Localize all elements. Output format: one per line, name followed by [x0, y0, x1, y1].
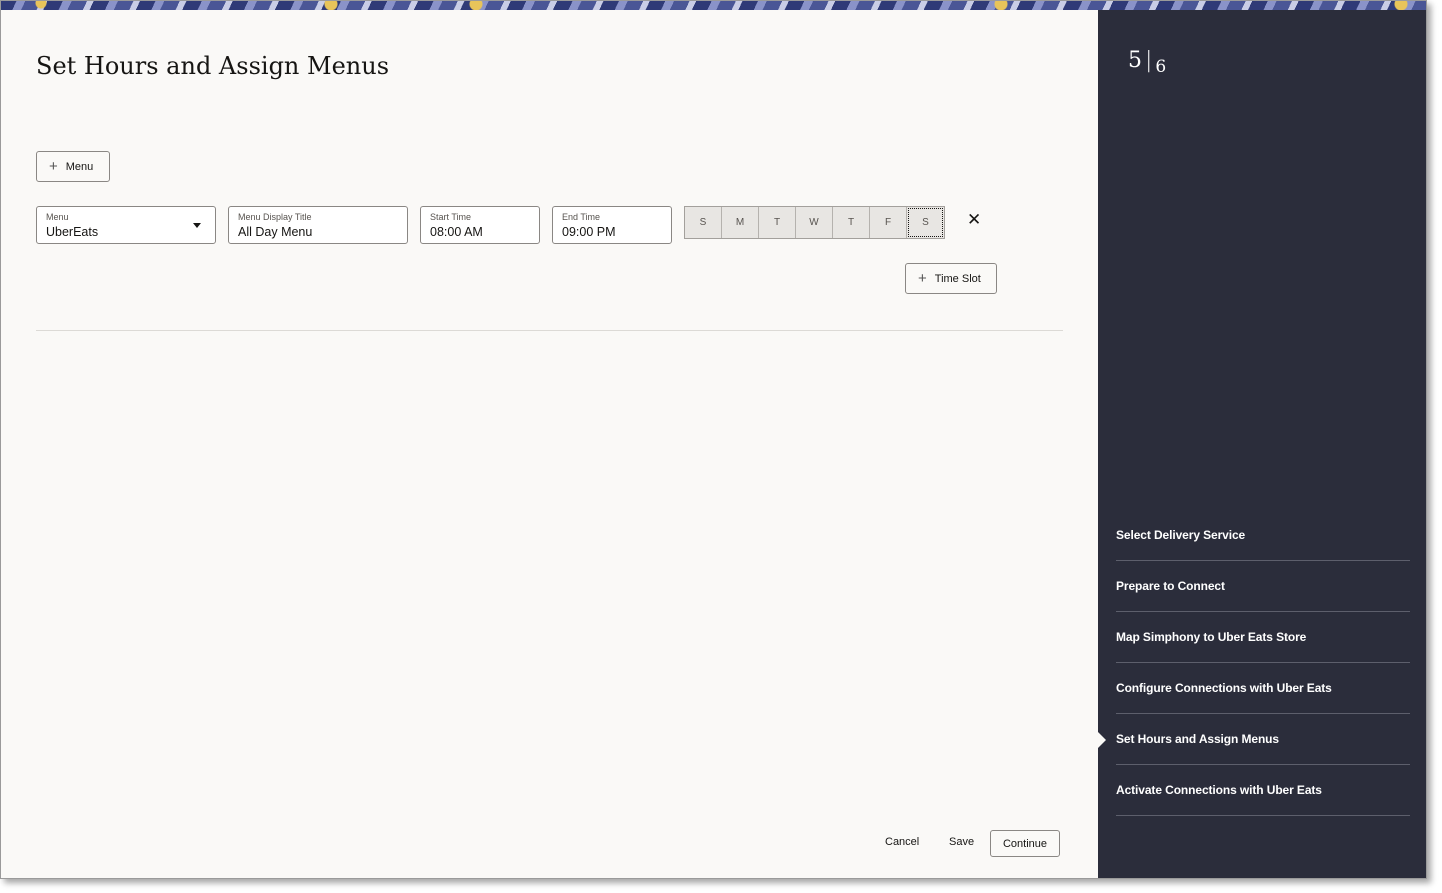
step-separator: |: [1145, 48, 1153, 73]
add-menu-button[interactable]: + Menu: [36, 151, 110, 182]
day-toggle-sunday[interactable]: S: [685, 207, 722, 238]
section-divider: [36, 330, 1063, 331]
add-menu-label: Menu: [65, 160, 94, 173]
menu-display-title-field[interactable]: Menu Display Title All Day Menu: [228, 206, 408, 244]
continue-label: Continue: [1002, 837, 1048, 850]
step-select-delivery-service[interactable]: Select Delivery Service: [1116, 510, 1410, 561]
start-time-field[interactable]: Start Time 08:00 AM: [420, 206, 540, 244]
end-time-label: End Time: [562, 212, 601, 222]
step-activate-connections[interactable]: Activate Connections with Uber Eats: [1116, 765, 1410, 816]
menu-display-title-label: Menu Display Title: [238, 212, 312, 222]
day-toggle-wednesday[interactable]: W: [796, 207, 833, 238]
step-prepare-to-connect[interactable]: Prepare to Connect: [1116, 561, 1410, 612]
end-time-value: 09:00 PM: [562, 225, 616, 239]
step-configure-connections[interactable]: Configure Connections with Uber Eats: [1116, 663, 1410, 714]
menu-select-value: UberEats: [46, 225, 99, 239]
start-time-value: 08:00 AM: [430, 225, 483, 239]
day-toggle-friday[interactable]: F: [870, 207, 907, 238]
step-total: 6: [1155, 57, 1167, 77]
menu-select-label: Menu: [46, 212, 69, 222]
day-toggle-thursday[interactable]: T: [833, 207, 870, 238]
menu-display-title-value: All Day Menu: [238, 225, 313, 239]
cancel-button[interactable]: Cancel: [885, 836, 919, 848]
day-selector: S M T W T F S: [684, 206, 945, 239]
add-time-slot-label: Time Slot: [934, 272, 981, 285]
day-toggle-tuesday[interactable]: T: [759, 207, 796, 238]
main-panel: Set Hours and Assign Menus + Menu Menu U…: [1, 10, 1098, 878]
step-set-hours-active[interactable]: Set Hours and Assign Menus: [1098, 714, 1410, 765]
page-title: Set Hours and Assign Menus: [36, 52, 390, 80]
step-list: Select Delivery Service Prepare to Conne…: [1098, 510, 1410, 816]
app-window: Set Hours and Assign Menus + Menu Menu U…: [0, 0, 1427, 879]
close-icon[interactable]: ✕: [967, 210, 981, 230]
start-time-label: Start Time: [430, 212, 472, 222]
step-current: 5: [1128, 48, 1142, 73]
day-toggle-saturday[interactable]: S: [907, 207, 944, 238]
day-toggle-monday[interactable]: M: [722, 207, 759, 238]
add-time-slot-button[interactable]: + Time Slot: [905, 263, 997, 294]
plus-icon: +: [49, 158, 58, 175]
end-time-field[interactable]: End Time 09:00 PM: [552, 206, 672, 244]
save-button[interactable]: Save: [949, 836, 974, 848]
plus-icon: +: [918, 270, 927, 287]
step-counter: 5 | 6: [1128, 48, 1166, 77]
continue-button[interactable]: Continue: [990, 830, 1060, 857]
menu-select[interactable]: Menu UberEats: [36, 206, 216, 244]
step-map-simphony[interactable]: Map Simphony to Uber Eats Store: [1116, 612, 1410, 663]
decorative-banner: [1, 1, 1426, 10]
progress-sidebar: 5 | 6 Select Delivery Service Prepare to C…: [1098, 10, 1426, 878]
caret-down-icon[interactable]: [193, 223, 201, 228]
